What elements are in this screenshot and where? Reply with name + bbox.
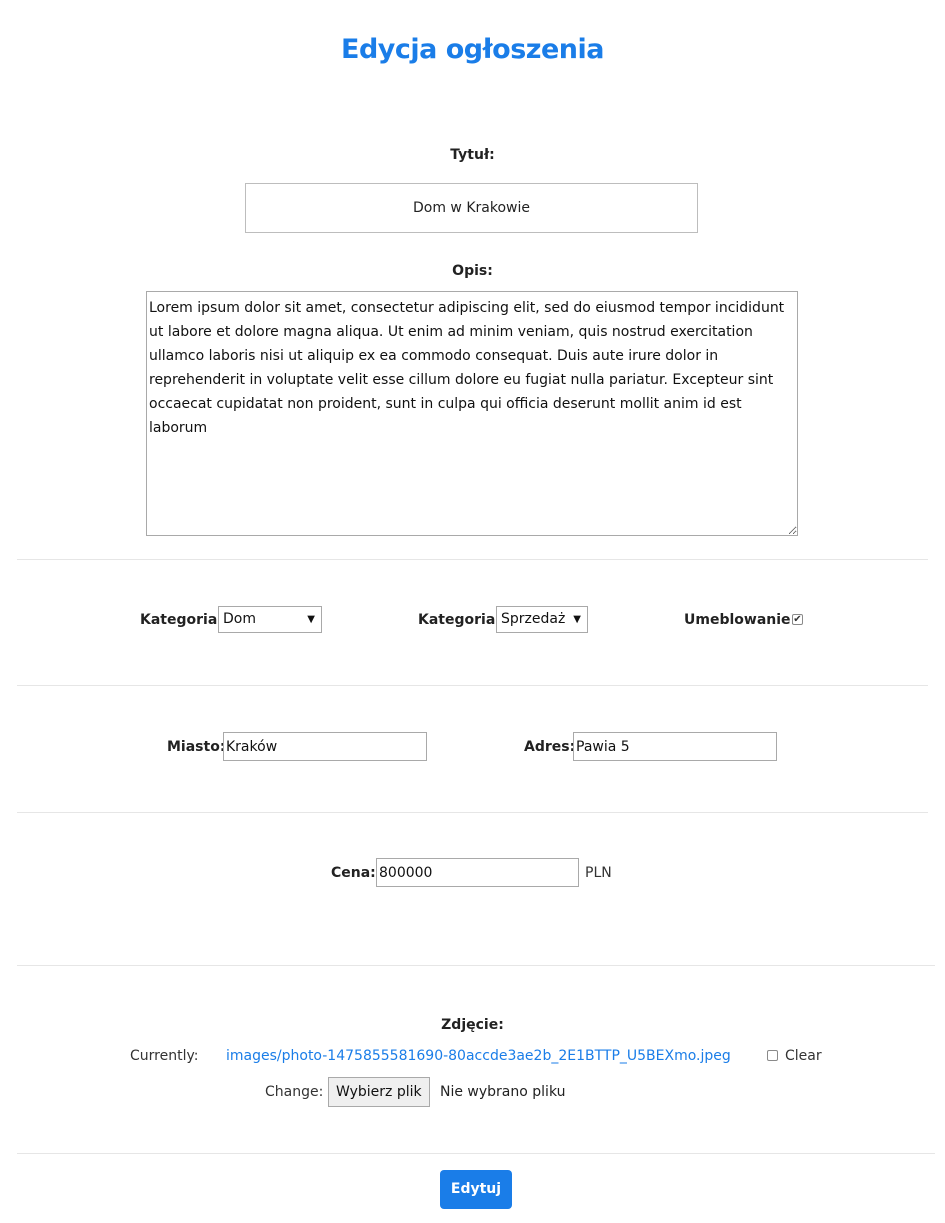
page-title: Edycja ogłoszenia [341, 34, 605, 65]
description-label: Opis: [452, 263, 493, 279]
divider [17, 685, 928, 686]
divider [17, 559, 928, 560]
title-label: Tytuł: [450, 147, 495, 163]
type-label: Kategoria: [418, 612, 501, 628]
category-select[interactable]: Dom ▼ [218, 606, 322, 633]
clear-checkbox[interactable] [767, 1050, 778, 1061]
clear-label: Clear [785, 1048, 822, 1064]
currently-label: Currently: [130, 1048, 199, 1064]
category-select-value: Dom [223, 611, 256, 627]
city-input[interactable] [223, 732, 427, 761]
address-input[interactable] [573, 732, 777, 761]
price-label: Cena: [331, 865, 376, 881]
description-textarea[interactable]: Lorem ipsum dolor sit amet, consectetur … [146, 291, 798, 536]
type-select[interactable]: Sprzedaż ▼ [496, 606, 588, 633]
current-file-link[interactable]: images/photo-1475855581690-80accde3ae2b_… [226, 1048, 731, 1064]
divider [17, 1153, 935, 1154]
title-input[interactable] [245, 183, 698, 233]
change-label: Change: [265, 1084, 324, 1100]
choose-file-button[interactable]: Wybierz plik [328, 1077, 430, 1107]
price-unit: PLN [585, 865, 612, 881]
city-label: Miasto: [167, 739, 226, 755]
price-input[interactable] [376, 858, 579, 887]
triangle-down-icon: ▼ [307, 614, 315, 625]
category-label: Kategoria: [140, 612, 223, 628]
furnished-checkbox[interactable]: ✔ [792, 614, 803, 625]
address-label: Adres: [524, 739, 576, 755]
divider [17, 812, 928, 813]
furnished-label: Umeblowanie: [684, 612, 797, 628]
no-file-text: Nie wybrano pliku [440, 1084, 566, 1100]
photo-label: Zdjęcie: [441, 1017, 504, 1033]
submit-button[interactable]: Edytuj [440, 1170, 512, 1209]
divider [17, 965, 935, 966]
checkmark-icon: ✔ [793, 614, 802, 625]
type-select-value: Sprzedaż [501, 611, 566, 627]
triangle-down-icon: ▼ [573, 614, 581, 625]
